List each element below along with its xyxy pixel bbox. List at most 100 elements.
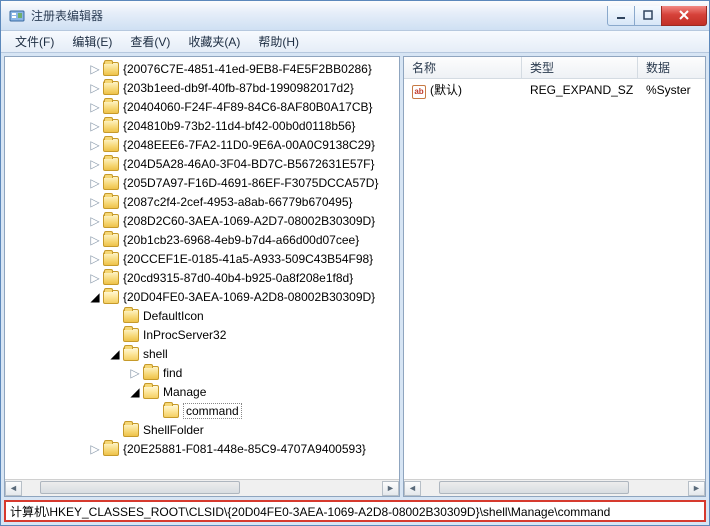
collapse-icon[interactable]: ◢ xyxy=(109,348,121,360)
scroll-right-button[interactable]: ► xyxy=(382,481,399,496)
expand-icon[interactable]: ▷ xyxy=(89,82,101,94)
value-name: (默认) xyxy=(430,83,462,97)
tree-node[interactable]: ▷ {20E25881-F081-448e-85C9-4707A9400593} xyxy=(9,439,399,458)
column-type[interactable]: 类型 xyxy=(522,57,638,78)
tree-node[interactable]: ▷ {20b1cb23-6968-4eb9-b7d4-a66d00d07cee} xyxy=(9,230,399,249)
tree-node[interactable]: ▷ {205D7A97-F16D-4691-86EF-F3075DCCA57D} xyxy=(9,173,399,192)
collapse-icon[interactable]: ◢ xyxy=(129,386,141,398)
tree-node[interactable]: ▷{204810b9-73b2-11d4-bf42-00b0d0118b56} xyxy=(9,116,399,135)
tree-hscrollbar[interactable]: ◄ ► xyxy=(5,479,399,496)
expand-icon[interactable]: ▷ xyxy=(89,120,101,132)
tree-node[interactable]: ◢ {20D04FE0-3AEA-1069-A2D8-08002B30309D} xyxy=(9,287,399,306)
tree-node-label: {20b1cb23-6968-4eb9-b7d4-a66d00d07cee} xyxy=(123,233,359,247)
scroll-right-button[interactable]: ► xyxy=(688,481,705,496)
tree-node[interactable]: command xyxy=(9,401,399,420)
menu-help[interactable]: 帮助(H) xyxy=(250,31,307,52)
tree-node-label: {20E25881-F081-448e-85C9-4707A9400593} xyxy=(123,442,366,456)
minimize-button[interactable] xyxy=(607,6,635,26)
tree-node-label: command xyxy=(183,403,242,419)
statusbar: 计算机\HKEY_CLASSES_ROOT\CLSID\{20D04FE0-3A… xyxy=(4,500,706,522)
tree-node-label: {20D04FE0-3AEA-1069-A2D8-08002B30309D} xyxy=(123,290,375,304)
tree-node[interactable]: ▷ {20076C7E-4851-41ed-9EB8-F4E5F2BB0286} xyxy=(9,59,399,78)
menu-view[interactable]: 查看(V) xyxy=(122,31,178,52)
tree-node-label: {20076C7E-4851-41ed-9EB8-F4E5F2BB0286} xyxy=(123,62,372,76)
folder-icon xyxy=(143,366,159,380)
expand-icon[interactable]: ▷ xyxy=(89,177,101,189)
split-panes: ▷{20076C7E-4851-41ed-9EB8-F4E5F2BB0286}▷… xyxy=(4,56,706,497)
tree-node-label: {2048EEE6-7FA2-11D0-9E6A-00A0C9138C29} xyxy=(123,138,375,152)
tree-node-label: {205D7A97-F16D-4691-86EF-F3075DCCA57D} xyxy=(123,176,378,190)
folder-icon xyxy=(163,404,179,418)
scroll-left-button[interactable]: ◄ xyxy=(5,481,22,496)
value-name-cell: ab (默认) xyxy=(404,81,522,99)
tree-node-label: {20cd9315-87d0-40b4-b925-0a8f208e1f8d} xyxy=(123,271,353,285)
tree-node-label: {20CCEF1E-0185-41a5-A933-509C43B54F98} xyxy=(123,252,373,266)
menu-edit[interactable]: 编辑(E) xyxy=(64,31,120,52)
expand-icon[interactable]: ▷ xyxy=(89,234,101,246)
tree-node-label: {20404060-F24F-4F89-84C6-8AF80B0A17CB} xyxy=(123,100,373,114)
tree-node-label: find xyxy=(163,366,182,380)
expand-icon[interactable]: ▷ xyxy=(89,253,101,265)
tree-node[interactable]: ▷ find xyxy=(9,363,399,382)
expand-icon[interactable]: ▷ xyxy=(89,443,101,455)
no-children-icon xyxy=(109,424,121,436)
tree-node[interactable]: ▷ {2048EEE6-7FA2-11D0-9E6A-00A0C9138C29} xyxy=(9,135,399,154)
tree-node[interactable]: ▷ {20cd9315-87d0-40b4-b925-0a8f208e1f8d} xyxy=(9,268,399,287)
client-area: ▷{20076C7E-4851-41ed-9EB8-F4E5F2BB0286}▷… xyxy=(1,53,709,525)
tree-node-label: shell xyxy=(143,347,168,361)
column-data[interactable]: 数据 xyxy=(638,57,698,78)
tree-node-label: {2087c2f4-2cef-4953-a8ab-66779b670495} xyxy=(123,195,353,209)
tree-node[interactable]: ▷ {20404060-F24F-4F89-84C6-8AF80B0A17CB} xyxy=(9,97,399,116)
titlebar[interactable]: 注册表编辑器 xyxy=(1,1,709,31)
tree-viewport[interactable]: ▷{20076C7E-4851-41ed-9EB8-F4E5F2BB0286}▷… xyxy=(5,57,399,479)
tree-node[interactable]: ▷{204D5A28-46A0-3F04-BD7C-B5672631E57F} xyxy=(9,154,399,173)
app-icon xyxy=(9,8,25,24)
expand-icon[interactable]: ▷ xyxy=(89,196,101,208)
tree-node[interactable]: ShellFolder xyxy=(9,420,399,439)
folder-icon xyxy=(103,271,119,285)
tree-node[interactable]: ▷ {2087c2f4-2cef-4953-a8ab-66779b670495} xyxy=(9,192,399,211)
value-row[interactable]: ab(默认)REG_EXPAND_SZ%Syster xyxy=(404,81,705,99)
folder-icon xyxy=(103,290,119,304)
maximize-button[interactable] xyxy=(634,6,662,26)
tree-node[interactable]: ◢ shell xyxy=(9,344,399,363)
folder-icon xyxy=(103,252,119,266)
expand-icon[interactable]: ▷ xyxy=(129,367,141,379)
values-pane: 名称 类型 数据 ab(默认)REG_EXPAND_SZ%Syster ◄ ► xyxy=(403,56,706,497)
list-hscrollbar[interactable]: ◄ ► xyxy=(404,479,705,496)
scroll-track[interactable] xyxy=(22,481,382,496)
tree-node[interactable]: ▷ {20CCEF1E-0185-41a5-A933-509C43B54F98} xyxy=(9,249,399,268)
scroll-thumb[interactable] xyxy=(439,481,629,494)
expand-icon[interactable]: ▷ xyxy=(89,272,101,284)
menu-favorites[interactable]: 收藏夹(A) xyxy=(180,31,248,52)
tree-node-label: {208D2C60-3AEA-1069-A2D7-08002B30309D} xyxy=(123,214,375,228)
column-name[interactable]: 名称 xyxy=(404,57,522,78)
tree-node-label: {203b1eed-db9f-40fb-87bd-1990982017d2} xyxy=(123,81,354,95)
close-button[interactable] xyxy=(661,6,707,26)
folder-icon xyxy=(103,119,119,133)
menubar: 文件(F) 编辑(E) 查看(V) 收藏夹(A) 帮助(H) xyxy=(1,31,709,53)
tree-node[interactable]: ◢Manage xyxy=(9,382,399,401)
tree-node[interactable]: DefaultIcon xyxy=(9,306,399,325)
scroll-track[interactable] xyxy=(421,481,688,496)
folder-icon xyxy=(123,347,139,361)
folder-icon xyxy=(103,176,119,190)
collapse-icon[interactable]: ◢ xyxy=(89,291,101,303)
folder-icon xyxy=(103,442,119,456)
tree-node[interactable]: ▷ {203b1eed-db9f-40fb-87bd-1990982017d2} xyxy=(9,78,399,97)
expand-icon[interactable]: ▷ xyxy=(89,158,101,170)
tree-node[interactable]: InProcServer32 xyxy=(9,325,399,344)
scroll-left-button[interactable]: ◄ xyxy=(404,481,421,496)
tree-node[interactable]: ▷ {208D2C60-3AEA-1069-A2D7-08002B30309D} xyxy=(9,211,399,230)
folder-icon xyxy=(103,195,119,209)
expand-icon[interactable]: ▷ xyxy=(89,139,101,151)
expand-icon[interactable]: ▷ xyxy=(89,215,101,227)
reg-string-icon: ab xyxy=(412,85,426,99)
scroll-thumb[interactable] xyxy=(40,481,240,494)
menu-file[interactable]: 文件(F) xyxy=(7,31,62,52)
registry-tree[interactable]: ▷{20076C7E-4851-41ed-9EB8-F4E5F2BB0286}▷… xyxy=(5,57,399,479)
no-children-icon xyxy=(109,329,121,341)
expand-icon[interactable]: ▷ xyxy=(89,101,101,113)
expand-icon[interactable]: ▷ xyxy=(89,63,101,75)
values-list[interactable]: ab(默认)REG_EXPAND_SZ%Syster xyxy=(404,79,705,479)
